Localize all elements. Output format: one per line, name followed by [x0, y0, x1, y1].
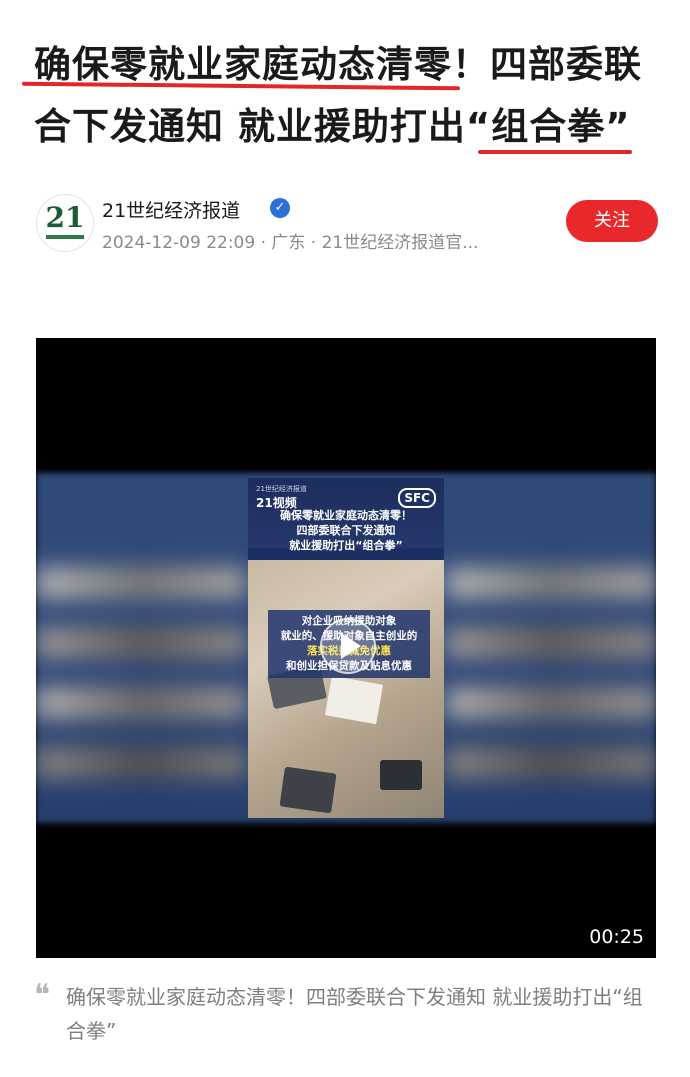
verified-badge-icon: ✓ [270, 198, 290, 218]
author-row: 21 21世纪经济报道 ✓ 2024-12-09 22:09 · 广东 · 21… [36, 192, 658, 253]
laptop-image [279, 766, 337, 814]
sfc-logo: SFC [398, 488, 436, 508]
post-meta: 2024-12-09 22:09 · 广东 · 21世纪经济报道官... [102, 233, 479, 253]
tablet-image [380, 760, 422, 790]
poster-photo [248, 560, 444, 818]
poster-title: 确保零就业家庭动态清零！ 四部委联合下发通知 就业援助打出“组合拳” [280, 509, 412, 552]
video-duration: 00:25 [589, 926, 644, 948]
headline-underline-2 [478, 150, 632, 154]
play-icon [341, 633, 361, 659]
video-player[interactable]: 21世纪经济报道 21视频 SFC 确保零就业家庭动态清零！ 四部委联合下发通知… [36, 338, 656, 958]
play-button[interactable] [320, 618, 376, 674]
poster-brand-small: 21世纪经济报道 [256, 485, 307, 493]
paper-image [324, 675, 384, 725]
video-description: 确保零就业家庭动态清零！四部委联合下发通知 就业援助打出“组合拳” [66, 985, 643, 1043]
article-headline: 确保零就业家庭动态清零！四部委联合下发通知 就业援助打出“组合拳” [34, 43, 642, 148]
author-avatar[interactable]: 21 [36, 194, 94, 252]
author-name[interactable]: 21世纪经济报道 [102, 196, 240, 223]
avatar-logo-text: 21 [45, 201, 85, 234]
follow-button[interactable]: 关注 [566, 200, 658, 242]
avatar-logo-strip [46, 235, 84, 239]
quote-icon: ❝ [34, 978, 51, 1013]
